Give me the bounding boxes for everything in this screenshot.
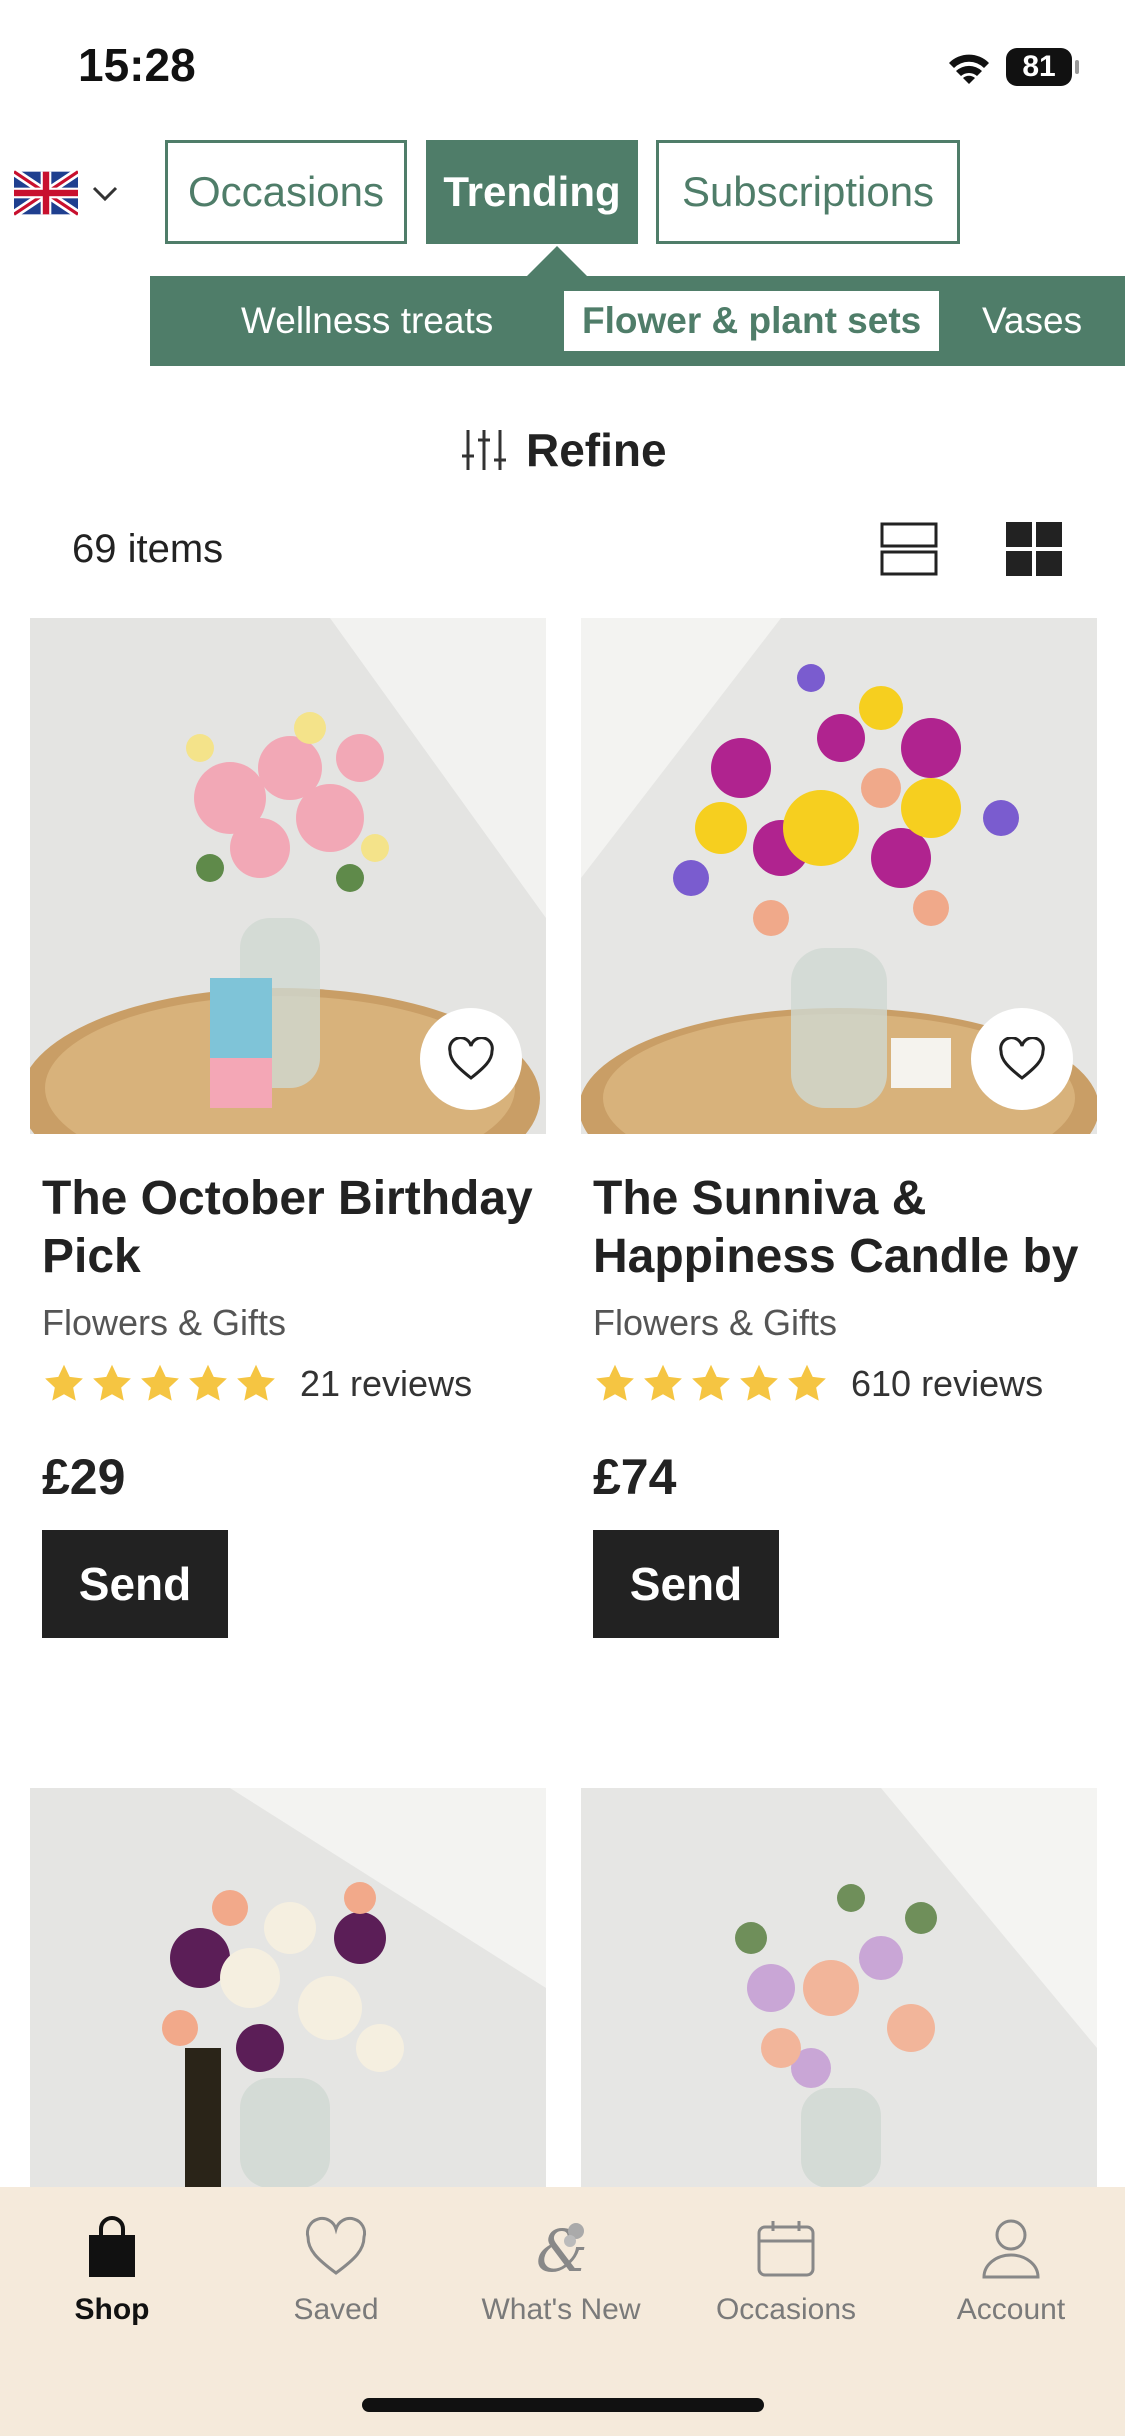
battery-icon: 81	[1006, 48, 1079, 86]
bouquet-image	[581, 1788, 1097, 2188]
nav-label: Account	[956, 2293, 1066, 2326]
tab-occasions[interactable]: Occasions	[165, 140, 407, 244]
tab-label: Trending	[443, 168, 621, 215]
product-title[interactable]: The October Birthday Pick	[42, 1170, 534, 1286]
status-time: 15:28	[78, 39, 196, 91]
product-card[interactable]	[30, 1788, 546, 2188]
product-card[interactable]: The October Birthday Pick Flowers & Gift…	[30, 618, 546, 1638]
star-icon	[644, 1364, 682, 1401]
product-image[interactable]	[581, 618, 1097, 1134]
ampersand-flower-icon: &	[536, 2217, 588, 2281]
wishlist-button[interactable]	[971, 1008, 1073, 1110]
active-tab-indicator	[527, 246, 587, 276]
list-view-icon[interactable]	[880, 522, 938, 576]
star-icon	[692, 1364, 730, 1401]
nav-label: What's New	[481, 2293, 641, 2326]
star-icon	[596, 1364, 634, 1401]
sliders-icon	[462, 430, 506, 470]
subnav-item-flower-plant-sets[interactable]: Flower & plant sets	[564, 291, 940, 351]
star-icon	[189, 1364, 227, 1401]
subnav-item-vases[interactable]: Vases	[982, 276, 1082, 366]
refine-label: Refine	[526, 424, 667, 476]
person-icon	[982, 2219, 1040, 2279]
tab-subscriptions[interactable]: Subscriptions	[656, 140, 960, 244]
tab-label: Occasions	[187, 168, 385, 215]
home-indicator	[362, 2398, 764, 2412]
refine-button[interactable]: Refine	[460, 420, 667, 480]
product-card[interactable]	[581, 1788, 1097, 2188]
calendar-icon	[757, 2221, 815, 2277]
country-selector[interactable]	[14, 165, 124, 221]
heart-icon	[305, 2216, 367, 2275]
product-title[interactable]: The Sunniva & Happiness Candle by	[593, 1170, 1085, 1286]
nav-account[interactable]: Account	[911, 2215, 1111, 2327]
star-icon	[45, 1364, 83, 1401]
product-category: Flowers & Gifts	[42, 1302, 287, 1343]
subnav-item-wellness-treats[interactable]: Wellness treats	[241, 276, 493, 366]
star-icon	[93, 1364, 131, 1401]
nav-shop[interactable]: Shop	[12, 2215, 212, 2327]
wifi-icon	[949, 54, 989, 84]
star-rating	[593, 1362, 829, 1406]
star-icon	[788, 1364, 826, 1401]
grid-view-icon[interactable]	[1006, 522, 1062, 576]
tab-label: Subscriptions	[681, 168, 935, 215]
product-category: Flowers & Gifts	[593, 1302, 838, 1343]
product-card[interactable]: The Sunniva & Happiness Candle by Flower…	[581, 618, 1097, 1638]
send-button[interactable]: Send	[42, 1530, 228, 1638]
subcategory-bar[interactable]: Wellness treats Flower & plant sets Vase…	[150, 276, 1125, 366]
product-image[interactable]	[30, 618, 546, 1134]
product-price: £74	[593, 1449, 677, 1505]
review-count[interactable]: 610 reviews	[851, 1363, 1043, 1405]
heart-icon	[448, 1037, 494, 1080]
uk-flag-icon	[14, 169, 78, 217]
send-button[interactable]: Send	[593, 1530, 779, 1638]
star-icon	[141, 1364, 179, 1401]
nav-label: Saved	[293, 2293, 379, 2326]
nav-saved[interactable]: Saved	[236, 2215, 436, 2327]
star-icon	[740, 1364, 778, 1401]
chevron-down-icon	[92, 186, 118, 202]
status-bar: 15:28 81	[0, 0, 1125, 130]
nav-whats-new[interactable]: & What's New	[461, 2215, 661, 2327]
wishlist-button[interactable]	[420, 1008, 522, 1110]
bouquet-image	[30, 1788, 546, 2188]
shopping-bag-icon	[89, 2216, 135, 2277]
product-price: £29	[42, 1449, 126, 1505]
nav-label: Shop	[74, 2293, 150, 2326]
rating-row: 610 reviews	[593, 1360, 1085, 1408]
nav-label: Occasions	[715, 2293, 857, 2326]
nav-occasions[interactable]: Occasions	[686, 2215, 886, 2327]
star-icon	[237, 1364, 275, 1401]
star-rating	[42, 1362, 278, 1406]
rating-row: 21 reviews	[42, 1360, 534, 1408]
heart-icon	[999, 1037, 1045, 1080]
item-count: 69 items	[72, 527, 224, 571]
review-count[interactable]: 21 reviews	[300, 1363, 472, 1405]
tab-trending[interactable]: Trending	[426, 140, 638, 244]
